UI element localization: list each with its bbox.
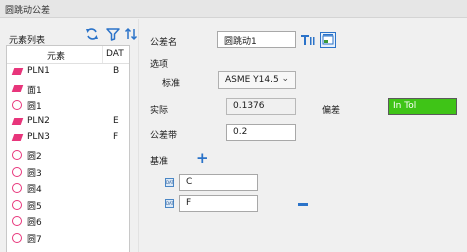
plane-icon bbox=[11, 134, 24, 142]
list-item-label: 圆6 bbox=[27, 218, 42, 229]
list-item-dat: E bbox=[113, 115, 119, 126]
list-item[interactable]: PLN1 B bbox=[7, 64, 129, 81]
list-item-dat: F bbox=[113, 132, 119, 143]
window-title: 圆跳动公差 bbox=[5, 6, 51, 16]
panel-divider bbox=[138, 19, 139, 252]
image-view-icon[interactable] bbox=[320, 32, 336, 48]
list-header: 元素 DAT bbox=[7, 46, 129, 64]
actual-value-field: 0.1376 bbox=[226, 98, 296, 115]
remove-datum-icon[interactable] bbox=[298, 203, 308, 206]
tolerance-name-input[interactable]: 圆跳动1 bbox=[217, 31, 296, 48]
list-item-dat: B bbox=[113, 66, 120, 76]
list-item-label: 圆7 bbox=[27, 235, 42, 245]
sort-icon[interactable] bbox=[124, 27, 138, 41]
list-item-label: PLN3 bbox=[27, 132, 50, 143]
list-item[interactable]: 圆3 bbox=[7, 164, 129, 181]
circle-icon bbox=[12, 150, 22, 160]
plane-icon bbox=[11, 117, 24, 125]
list-item[interactable]: 圆6 bbox=[7, 213, 129, 230]
add-datum-icon[interactable]: + bbox=[196, 149, 209, 167]
options-label: 选项 bbox=[150, 60, 169, 70]
deviation-label: 偏差 bbox=[322, 106, 341, 116]
list-item-label: 面1 bbox=[27, 85, 42, 96]
list-item-label: 圆4 bbox=[27, 185, 42, 196]
standard-select[interactable]: ASME Y14.5 ⌄ bbox=[218, 71, 296, 89]
datum-input-2[interactable]: F bbox=[179, 195, 258, 212]
tolerance-name-label: 公差名 bbox=[150, 38, 178, 48]
list-item[interactable]: 圆4 bbox=[7, 180, 129, 197]
circle-icon bbox=[12, 100, 22, 111]
datum-input-1[interactable]: C bbox=[179, 174, 258, 191]
list-item-label: 圆3 bbox=[27, 168, 42, 179]
list-item[interactable]: 圆2 bbox=[7, 147, 129, 164]
chevron-down-icon: ⌄ bbox=[281, 74, 289, 84]
tolerance-zone-label: 公差带 bbox=[150, 131, 178, 141]
deviation-status: In Tol bbox=[388, 98, 457, 115]
circle-icon bbox=[12, 216, 22, 227]
list-item[interactable]: 面1 bbox=[7, 81, 129, 98]
list-item[interactable]: PLN2 E bbox=[7, 114, 129, 131]
datum-label: 基准 bbox=[150, 157, 169, 167]
list-item-label: PLN2 bbox=[27, 115, 50, 126]
tolerance-zone-input[interactable]: 0.2 bbox=[226, 124, 296, 141]
list-item-label: 圆2 bbox=[27, 152, 42, 162]
circle-icon bbox=[12, 233, 22, 243]
plane-icon bbox=[11, 84, 24, 92]
filter-icon[interactable] bbox=[106, 27, 120, 41]
refresh-icon[interactable] bbox=[85, 27, 99, 41]
list-item-label: 圆5 bbox=[27, 201, 42, 212]
title-bar: 圆跳动公差 bbox=[0, 0, 467, 18]
list-item-label: 圆1 bbox=[27, 102, 42, 113]
list-item[interactable]: 圆1 bbox=[7, 97, 129, 114]
standard-label: 标准 bbox=[162, 79, 181, 89]
element-list[interactable]: 元素 DAT PLN1 B 面1 圆1 PLN2 E PLN3 F 圆2 圆3 圆4 圆5 圆6 圆7 bbox=[6, 45, 130, 252]
text-format-icon[interactable] bbox=[300, 32, 316, 48]
list-item[interactable]: 圆7 bbox=[7, 230, 129, 247]
list-item[interactable]: PLN3 F bbox=[7, 130, 129, 147]
column-element[interactable]: 元素 bbox=[47, 49, 65, 62]
datum-ref-icon: DAT bbox=[165, 178, 174, 187]
list-item-label: PLN1 bbox=[27, 66, 50, 76]
circle-icon bbox=[12, 199, 22, 210]
column-dat[interactable]: DAT bbox=[106, 49, 124, 59]
standard-select-value: ASME Y14.5 bbox=[225, 75, 279, 85]
circle-icon bbox=[12, 183, 22, 194]
actual-label: 实际 bbox=[150, 106, 169, 116]
list-item[interactable]: 圆5 bbox=[7, 197, 129, 214]
circle-icon bbox=[12, 166, 22, 177]
plane-icon bbox=[11, 68, 24, 75]
datum-ref-icon: DAT bbox=[165, 199, 174, 208]
